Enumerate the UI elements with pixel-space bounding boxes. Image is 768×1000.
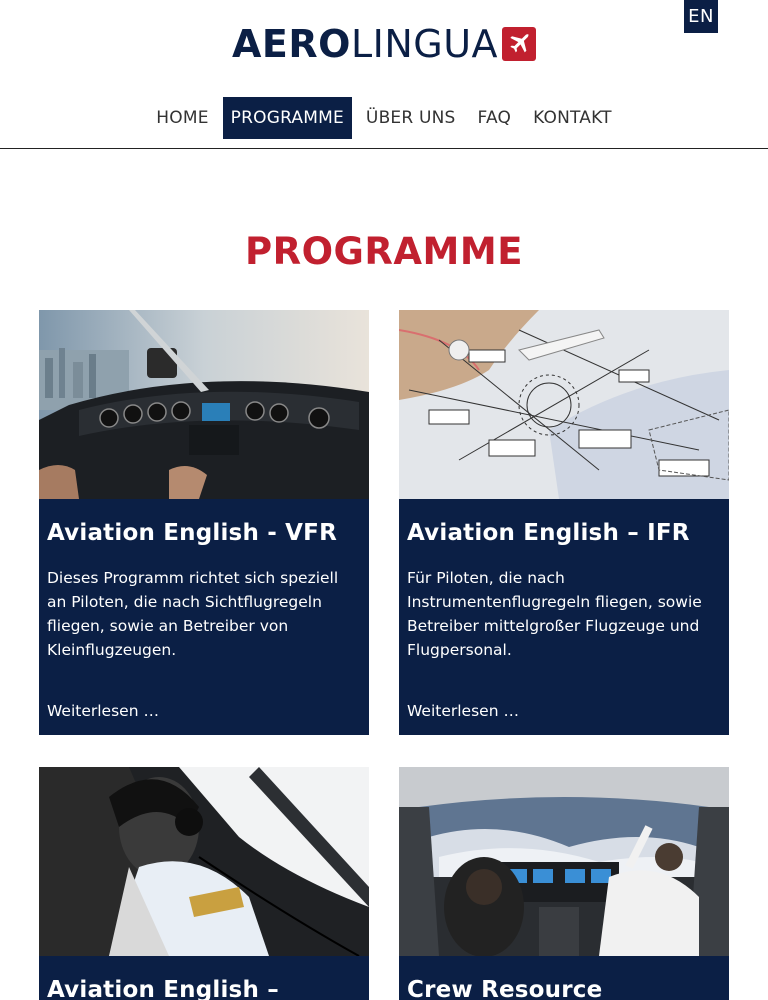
nav-item-home[interactable]: HOME — [148, 97, 216, 139]
card-description: Für Piloten, die nach Instrumentenflugre… — [407, 569, 702, 659]
card-image-airliner-cockpit — [399, 767, 729, 956]
site-logo[interactable]: AERO LINGUA — [232, 24, 536, 64]
read-more-link[interactable]: Weiterlesen … — [407, 702, 519, 720]
card-image-pilot — [39, 767, 369, 956]
airplane-icon — [502, 27, 536, 61]
nav-item-faq[interactable]: FAQ — [470, 97, 520, 139]
program-card-vfr[interactable]: Aviation English - VFR Dieses Programm r… — [39, 310, 369, 735]
main-navigation: HOME PROGRAMME ÜBER UNS FAQ KONTAKT — [0, 97, 768, 139]
program-card-ifr[interactable]: Aviation English – IFR Für Piloten, die … — [399, 310, 729, 735]
card-title: Aviation English – — [47, 977, 279, 1000]
nav-item-programme[interactable]: PROGRAMME — [222, 97, 352, 139]
logo-text-lingua: LINGUA — [350, 22, 498, 66]
card-title: Crew Resource — [407, 977, 603, 1000]
read-more-link[interactable]: Weiterlesen … — [47, 702, 159, 720]
card-image-cockpit — [39, 310, 369, 499]
header-divider — [0, 148, 768, 149]
program-card-crew-resource[interactable]: Crew Resource — [399, 767, 729, 1000]
card-title: Aviation English - VFR — [47, 520, 338, 546]
nav-item-kontakt[interactable]: KONTAKT — [525, 97, 620, 139]
card-title: Aviation English – IFR — [407, 520, 690, 546]
card-image-flight-chart — [399, 310, 729, 499]
page-title: PROGRAMME — [245, 230, 523, 273]
language-switch-button[interactable]: EN — [684, 0, 718, 33]
program-card-aviation-english[interactable]: Aviation English – — [39, 767, 369, 1000]
card-description: Dieses Programm richtet sich speziell an… — [47, 569, 339, 659]
nav-item-ueber-uns[interactable]: ÜBER UNS — [358, 97, 464, 139]
logo-text-aero: AERO — [232, 22, 351, 66]
